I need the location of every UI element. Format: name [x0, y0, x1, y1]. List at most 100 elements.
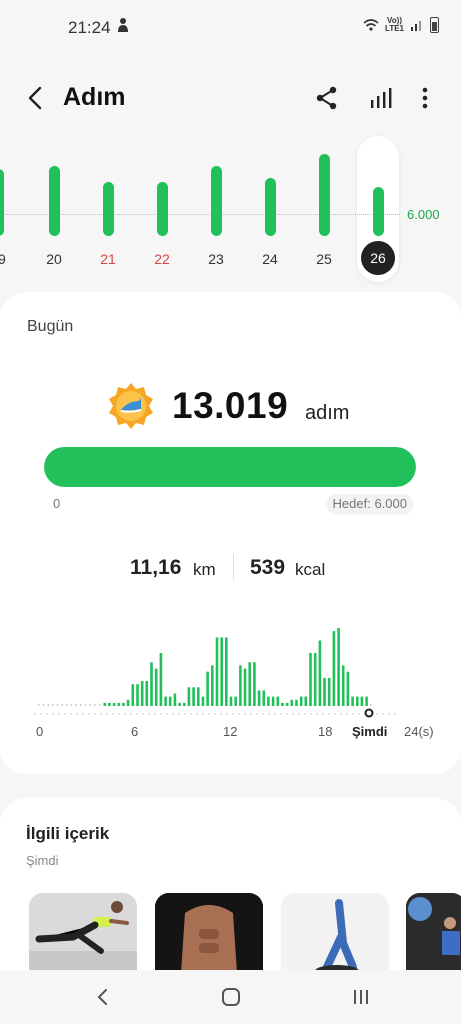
- x-label-6: 6: [131, 724, 139, 739]
- hourly-bar: [262, 690, 266, 706]
- week-bar-26[interactable]: [373, 187, 384, 236]
- hourly-bar: [70, 704, 73, 706]
- related-thumbnail-workout-3[interactable]: [281, 893, 389, 973]
- share-icon: [316, 86, 337, 110]
- signal-icon: [411, 21, 421, 31]
- week-day-label-24[interactable]: 24: [255, 251, 285, 267]
- hourly-bar: [108, 702, 111, 706]
- hourly-bar: [140, 681, 144, 706]
- steps-unit: adım: [305, 402, 350, 424]
- hourly-bar: [267, 696, 270, 706]
- hourly-bar: [341, 665, 345, 706]
- distance-unit: km: [193, 560, 216, 579]
- related-thumbnail-workout-4[interactable]: [406, 893, 461, 973]
- related-subtitle: Şimdi: [26, 853, 59, 868]
- hourly-bar: [327, 677, 331, 706]
- related-thumbnail-workout-2[interactable]: [155, 893, 263, 973]
- hourly-steps-chart: 0 6 12 18 Şimdi 24(s): [0, 622, 461, 752]
- hourly-bar: [299, 696, 303, 706]
- today-label: Bugün: [27, 318, 74, 335]
- nav-back-button[interactable]: [88, 982, 118, 1012]
- trends-button[interactable]: [367, 84, 395, 112]
- status-time: 21:24: [68, 18, 111, 37]
- hourly-bar: [75, 704, 77, 706]
- week-day-label-23[interactable]: 23: [201, 251, 231, 267]
- week-bar-20[interactable]: [49, 165, 60, 236]
- today-card: Bugün 13.019 adım 0 Hedef: 6.000 11,16 k…: [0, 292, 461, 774]
- back-button[interactable]: [22, 84, 50, 112]
- calories-value: 539: [250, 556, 286, 579]
- goal-progress-fill: [44, 447, 416, 487]
- week-bar-19[interactable]: [0, 169, 4, 236]
- goal-badge: Hedef: 6.000: [326, 494, 413, 513]
- stats-row: 11,16 km 539 kcal: [0, 554, 461, 584]
- hourly-bar: [360, 696, 364, 706]
- week-day-label-20[interactable]: 20: [39, 251, 69, 267]
- hourly-bar: [80, 704, 82, 706]
- page-title: Adım: [63, 83, 126, 111]
- week-bar-21[interactable]: [103, 182, 114, 236]
- weekly-steps-strip: 6.000 19 20 21 22 23 24 25 26: [0, 136, 461, 286]
- hourly-bar: [168, 696, 172, 706]
- hourly-bar: [112, 702, 116, 706]
- share-button[interactable]: [313, 84, 341, 112]
- progress-min-label: 0: [53, 496, 61, 511]
- hourly-bar: [323, 677, 326, 706]
- hourly-bar: [243, 668, 247, 706]
- more-vertical-icon: [422, 87, 428, 109]
- x-label-24: 24(s): [404, 724, 434, 739]
- x-label-now: Şimdi: [352, 724, 388, 739]
- hourly-bar: [332, 631, 336, 706]
- hourly-bar: [98, 704, 101, 706]
- chevron-left-icon: [28, 86, 42, 110]
- network-label: Vo)) LTE1: [385, 17, 404, 33]
- week-day-label-25[interactable]: 25: [309, 251, 339, 267]
- battery-icon: [430, 17, 439, 33]
- hourly-bar: [150, 662, 153, 706]
- goal-guide-line: [0, 214, 400, 215]
- week-day-label-19[interactable]: 19: [0, 251, 13, 267]
- system-nav-bar: [0, 970, 461, 1024]
- nav-recents-icon: [354, 990, 368, 1004]
- x-label-18: 18: [318, 724, 333, 739]
- more-options-button[interactable]: [411, 84, 439, 112]
- week-day-label-26[interactable]: 26: [361, 241, 395, 275]
- hourly-bar: [173, 693, 177, 706]
- nav-back-icon: [97, 989, 107, 1005]
- hourly-bar: [103, 702, 107, 706]
- hourly-bar: [370, 704, 372, 706]
- week-bar-24[interactable]: [265, 177, 276, 236]
- hourly-bar: [183, 702, 186, 706]
- hourly-bar: [257, 690, 261, 706]
- hourly-bar: [89, 704, 91, 706]
- hourly-bar: [192, 687, 195, 706]
- week-day-label-22[interactable]: 22: [147, 251, 177, 267]
- hourly-bar: [126, 699, 130, 706]
- status-icons: Vo)) LTE1: [363, 17, 439, 33]
- week-bar-22[interactable]: [157, 181, 168, 236]
- hourly-bar: [201, 696, 205, 706]
- distance-value: 11,16: [130, 556, 182, 579]
- hourly-bar: [351, 696, 354, 706]
- hourly-bar: [164, 696, 167, 706]
- nav-recents-button[interactable]: [346, 982, 376, 1012]
- hourly-bar: [285, 702, 289, 706]
- hourly-bar: [159, 653, 163, 706]
- hourly-bar: [318, 640, 322, 706]
- hourly-bar: [178, 702, 181, 706]
- hourly-bar: [52, 704, 54, 706]
- nav-home-button[interactable]: [216, 982, 246, 1012]
- related-title: İlgili içerik: [26, 824, 110, 843]
- current-time-marker: [364, 708, 374, 718]
- hourly-bar: [253, 662, 256, 706]
- related-thumbnail-workout-1[interactable]: [29, 893, 137, 973]
- hourly-bar: [337, 628, 340, 706]
- person-icon: [116, 17, 130, 38]
- week-bar-25[interactable]: [319, 153, 330, 236]
- x-label-0: 0: [36, 724, 44, 739]
- week-day-label-21[interactable]: 21: [93, 251, 123, 267]
- hourly-bar: [346, 671, 350, 706]
- week-bar-23[interactable]: [211, 166, 222, 236]
- hourly-bar: [229, 696, 233, 706]
- hourly-bar: [61, 704, 63, 706]
